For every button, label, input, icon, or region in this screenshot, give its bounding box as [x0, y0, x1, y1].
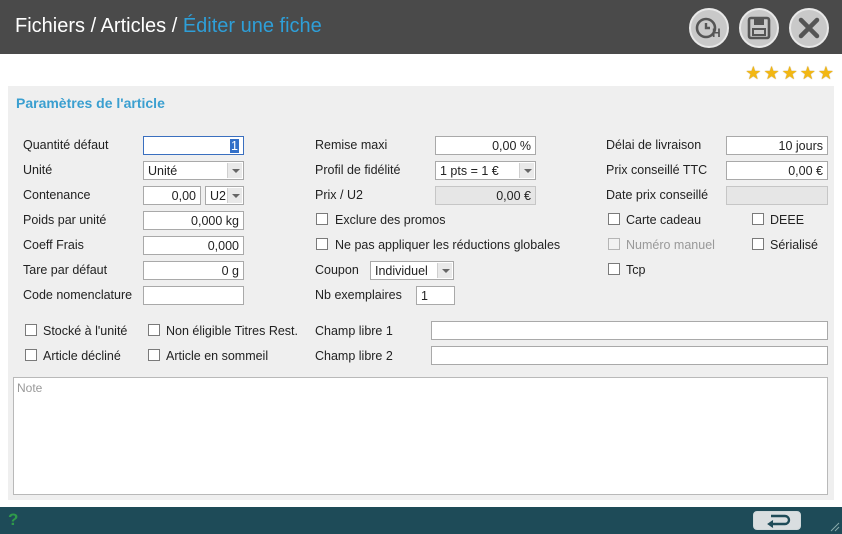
code-nomenclature-label: Code nomenclature — [23, 288, 133, 302]
reductions-checkbox[interactable] — [316, 238, 328, 250]
non-eligible-label: Non éligible Titres Rest. — [166, 324, 299, 338]
contenance-label: Contenance — [23, 188, 91, 202]
unite-select[interactable]: Unité — [143, 161, 244, 180]
contenance-unit-select[interactable]: U2 — [205, 186, 244, 205]
champ-libre-2-label: Champ libre 2 — [315, 349, 393, 363]
coeff-label: Coeff Frais — [23, 238, 84, 252]
help-button[interactable]: ? — [8, 510, 18, 530]
unite-label: Unité — [23, 163, 53, 177]
save-icon — [747, 16, 771, 40]
prix-ttc-label: Prix conseillé TTC — [606, 163, 708, 177]
prix-ttc-input[interactable]: 0,00 € — [726, 161, 828, 180]
delai-input[interactable]: 10 jours — [726, 136, 828, 155]
quantite-label: Quantité défaut — [23, 138, 109, 152]
history-button[interactable]: H — [689, 8, 729, 48]
date-prix-label: Date prix conseillé — [606, 188, 709, 202]
chevron-down-icon — [437, 263, 452, 278]
prix-u2-label: Prix / U2 — [315, 188, 363, 202]
remise-label: Remise maxi — [315, 138, 388, 152]
reductions-label: Ne pas appliquer les réductions globales — [335, 238, 561, 252]
profil-label: Profil de fidélité — [315, 163, 401, 177]
champ-libre-1-input[interactable] — [431, 321, 828, 340]
numero-manuel-label: Numéro manuel — [626, 238, 715, 252]
tare-label: Tare par défaut — [23, 263, 108, 277]
tcp-label: Tcp — [626, 263, 646, 277]
star-icon[interactable]: ★ — [763, 64, 779, 82]
carte-cadeau-label: Carte cadeau — [626, 213, 702, 227]
exclure-promos-checkbox[interactable] — [316, 213, 328, 225]
article-decline-checkbox[interactable] — [25, 349, 37, 361]
star-icon[interactable]: ★ — [818, 64, 834, 82]
note-placeholder: Note — [17, 381, 43, 395]
quantite-value: 1 — [230, 139, 239, 153]
coeff-input[interactable]: 0,000 — [143, 236, 244, 255]
poids-label: Poids par unité — [23, 213, 107, 227]
profil-select[interactable]: 1 pts = 1 € — [435, 161, 536, 180]
stocke-unite-label: Stocké à l'unité — [43, 324, 128, 338]
star-icon[interactable]: ★ — [745, 64, 761, 82]
stocke-unite-checkbox[interactable] — [25, 324, 37, 336]
article-decline-label: Article décliné — [43, 349, 121, 363]
coupon-select[interactable]: Individuel — [370, 261, 454, 280]
serialise-label: Sérialisé — [770, 238, 818, 252]
tare-input[interactable]: 0 g — [143, 261, 244, 280]
quantite-input[interactable]: 1 — [143, 136, 244, 155]
exclure-promos-label: Exclure des promos — [335, 213, 446, 227]
coupon-label: Coupon — [315, 263, 359, 277]
date-prix-input — [726, 186, 828, 205]
nb-exemplaires-input[interactable]: 1 — [416, 286, 455, 305]
deee-checkbox[interactable] — [752, 213, 764, 225]
page-title: Fichiers / Articles / Éditer une fiche — [15, 15, 322, 38]
article-sommeil-checkbox[interactable] — [148, 349, 160, 361]
deee-label: DEEE — [770, 213, 805, 227]
profil-value: 1 pts = 1 € — [440, 164, 499, 178]
carte-cadeau-checkbox[interactable] — [608, 213, 620, 225]
clock-h-icon: H — [695, 17, 721, 40]
delai-label: Délai de livraison — [606, 138, 702, 152]
return-button[interactable] — [753, 511, 801, 530]
resize-grip-icon[interactable] — [830, 522, 840, 532]
save-button[interactable] — [739, 8, 779, 48]
champ-libre-2-input[interactable] — [431, 346, 828, 365]
chevron-down-icon — [519, 163, 534, 178]
unite-value: Unité — [148, 164, 178, 178]
close-button[interactable] — [789, 8, 829, 48]
prix-u2-input: 0,00 € — [435, 186, 536, 205]
note-textarea[interactable]: Note — [13, 377, 828, 495]
star-icon[interactable]: ★ — [800, 64, 816, 82]
svg-text:H: H — [712, 26, 721, 40]
remise-input[interactable]: 0,00 % — [435, 136, 536, 155]
numero-manuel-checkbox — [608, 238, 620, 250]
breadcrumb-current: Éditer une fiche — [182, 15, 322, 37]
champ-libre-1-label: Champ libre 1 — [315, 324, 393, 338]
contenance-input[interactable]: 0,00 — [143, 186, 201, 205]
serialise-checkbox[interactable] — [752, 238, 764, 250]
article-sommeil-label: Article en sommeil — [166, 349, 269, 363]
star-icon[interactable]: ★ — [782, 64, 798, 82]
contenance-unit-value: U2 — [210, 189, 226, 203]
footer-bar: ? — [0, 507, 842, 534]
tcp-checkbox[interactable] — [608, 263, 620, 275]
rating-stars[interactable]: ★ ★ ★ ★ ★ — [745, 64, 834, 82]
chevron-down-icon — [227, 163, 242, 178]
close-icon — [798, 17, 820, 39]
title-bar: Fichiers / Articles / Éditer une fiche H — [0, 0, 842, 54]
code-nomenclature-input[interactable] — [143, 286, 244, 305]
non-eligible-checkbox[interactable] — [148, 324, 160, 336]
coupon-value: Individuel — [375, 264, 428, 278]
poids-input[interactable]: 0,000 kg — [143, 211, 244, 230]
breadcrumb-path: Fichiers / Articles / — [15, 15, 183, 37]
section-title: Paramètres de l'article — [16, 95, 165, 111]
return-arrow-icon — [767, 514, 791, 528]
chevron-down-icon — [227, 188, 242, 203]
nb-exemplaires-label: Nb exemplaires — [315, 288, 402, 302]
